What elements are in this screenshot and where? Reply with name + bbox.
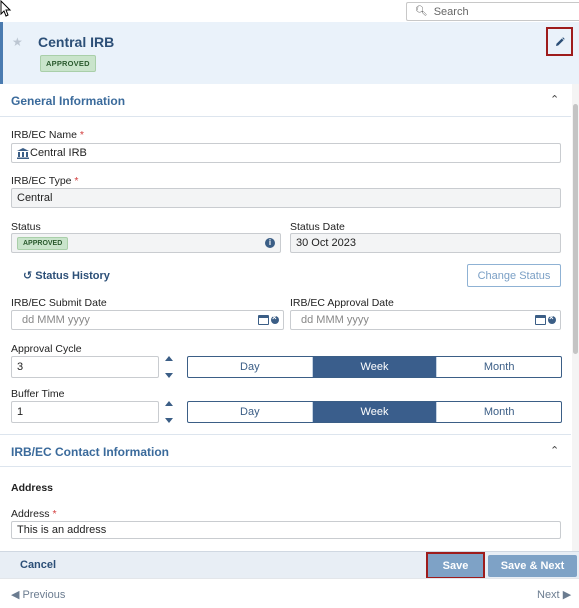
- pagination-bar: ◀︎ Previous Next ▶︎: [0, 578, 579, 608]
- approval-cycle-stepper[interactable]: [164, 356, 174, 378]
- status-value-badge: APPROVED: [17, 236, 69, 250]
- clear-icon[interactable]: [548, 313, 556, 324]
- approval-cycle-value: 3: [17, 361, 24, 373]
- address-value: This is an address: [17, 524, 107, 536]
- submit-date-placeholder: dd MMM yyyy: [22, 314, 90, 326]
- search-input[interactable]: 🔍︎ Search: [406, 2, 579, 21]
- section-title: General Information: [11, 94, 126, 108]
- search-icon: 🔍︎: [415, 6, 428, 17]
- clear-icon[interactable]: [271, 313, 279, 324]
- approval-cycle-unit-toggle[interactable]: Day Week Month: [187, 356, 562, 378]
- info-icon[interactable]: i: [265, 238, 275, 248]
- approval-cycle-input[interactable]: 3: [11, 356, 159, 378]
- unit-day-option[interactable]: Day: [188, 402, 313, 422]
- irb-type-label: IRB/EC Type *: [11, 175, 79, 187]
- search-placeholder: Search: [433, 5, 469, 18]
- calendar-icon[interactable]: [535, 315, 546, 325]
- increment-icon[interactable]: [165, 401, 173, 406]
- decrement-icon[interactable]: [165, 373, 173, 378]
- section-title: IRB/EC Contact Information: [11, 445, 169, 459]
- chevron-up-icon[interactable]: ⌃: [550, 444, 559, 457]
- status-date-label: Status Date: [290, 221, 345, 233]
- unit-month-option[interactable]: Month: [437, 357, 561, 377]
- caret-right-icon: ▶︎: [562, 589, 572, 601]
- date-picker-controls: [258, 313, 279, 325]
- save-and-next-button[interactable]: Save & Next: [488, 555, 577, 577]
- approval-cycle-label: Approval Cycle: [11, 343, 82, 355]
- irb-type-field[interactable]: Central: [11, 188, 561, 208]
- cancel-button[interactable]: Cancel: [20, 559, 56, 571]
- mouse-cursor-icon: [0, 0, 12, 17]
- general-information-header[interactable]: General Information ⌃: [0, 84, 571, 117]
- date-picker-controls: [535, 313, 556, 325]
- page-title: Central IRB: [38, 34, 115, 50]
- buffer-time-label: Buffer Time: [11, 388, 65, 400]
- buffer-time-stepper[interactable]: [164, 401, 174, 423]
- favorite-star-icon[interactable]: ★: [12, 35, 23, 49]
- submit-date-field[interactable]: dd MMM yyyy: [11, 310, 284, 330]
- buffer-time-unit-toggle[interactable]: Day Week Month: [187, 401, 562, 423]
- irb-name-label: IRB/EC Name *: [11, 129, 84, 141]
- previous-link[interactable]: ◀︎ Previous: [11, 588, 65, 601]
- status-date-value: 30 Oct 2023: [296, 237, 356, 249]
- status-field: APPROVED i: [11, 233, 281, 253]
- status-label: Status: [11, 221, 41, 233]
- form-footer: Cancel Save Save & Next: [0, 551, 579, 579]
- address-label: Address *: [11, 508, 57, 520]
- buffer-time-input[interactable]: 1: [11, 401, 159, 423]
- irb-type-value: Central: [17, 192, 53, 204]
- top-bar: 🔍︎ Search: [0, 0, 579, 22]
- irb-name-field[interactable]: Central IRB: [11, 143, 561, 163]
- buffer-time-value: 1: [17, 406, 24, 418]
- status-badge: APPROVED: [40, 55, 96, 72]
- institution-icon: [17, 147, 29, 159]
- change-status-button[interactable]: Change Status: [467, 264, 561, 287]
- submit-date-label: IRB/EC Submit Date: [11, 297, 107, 309]
- history-icon: ↺: [23, 270, 33, 282]
- irb-name-value: Central IRB: [30, 147, 87, 159]
- status-history-link[interactable]: ↺ Status History: [23, 269, 110, 282]
- unit-week-option[interactable]: Week: [312, 402, 438, 422]
- record-header: ★ Central IRB APPROVED: [0, 22, 579, 84]
- unit-month-option[interactable]: Month: [437, 402, 561, 422]
- address-heading: Address: [11, 482, 54, 494]
- scrollbar[interactable]: [572, 84, 579, 551]
- approval-date-placeholder: dd MMM yyyy: [301, 314, 369, 326]
- pencil-icon: [555, 36, 565, 46]
- approval-date-field[interactable]: dd MMM yyyy: [290, 310, 561, 330]
- unit-day-option[interactable]: Day: [188, 357, 313, 377]
- scrollbar-thumb[interactable]: [573, 104, 578, 354]
- calendar-icon[interactable]: [258, 315, 269, 325]
- unit-week-option[interactable]: Week: [312, 357, 438, 377]
- chevron-up-icon[interactable]: ⌃: [550, 93, 559, 106]
- increment-icon[interactable]: [165, 356, 173, 361]
- edit-button[interactable]: [546, 27, 573, 56]
- approval-date-label: IRB/EC Approval Date: [290, 297, 394, 309]
- save-button[interactable]: Save: [426, 552, 485, 579]
- caret-left-icon: ◀︎: [11, 589, 20, 601]
- status-date-field: 30 Oct 2023: [290, 233, 561, 253]
- contact-information-header[interactable]: IRB/EC Contact Information ⌃: [0, 434, 571, 467]
- next-link[interactable]: Next ▶︎: [537, 588, 571, 601]
- address-field[interactable]: This is an address: [11, 521, 561, 539]
- decrement-icon[interactable]: [165, 418, 173, 423]
